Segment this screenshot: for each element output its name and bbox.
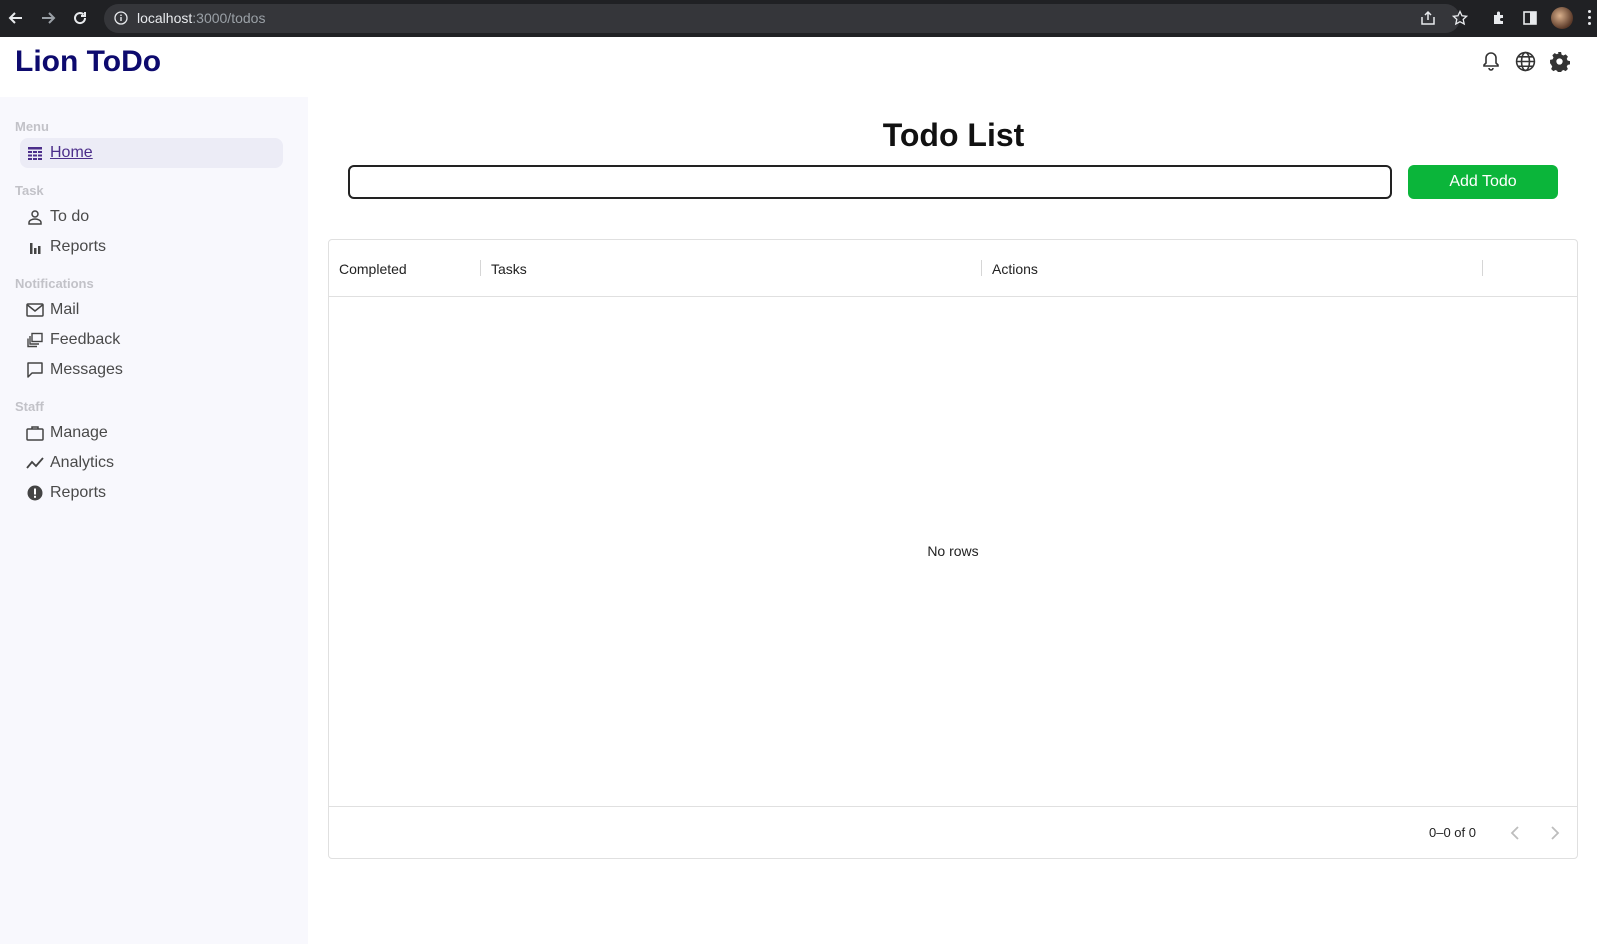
url-text: localhost:3000/todos	[137, 10, 265, 26]
bell-icon[interactable]	[1480, 50, 1502, 72]
sidebar-item-label: Manage	[50, 424, 108, 441]
sidebar-section-menu: Menu	[15, 119, 49, 134]
sidebar-item-label: Feedback	[50, 331, 121, 348]
browser-menu-icon[interactable]	[1588, 10, 1592, 26]
sidebar-item-analytics[interactable]: Analytics	[20, 448, 283, 478]
url-host: localhost	[137, 10, 193, 26]
forward-icon[interactable]	[38, 8, 58, 28]
pagination-count: 0–0 of 0	[1429, 825, 1476, 840]
info-icon[interactable]	[114, 11, 128, 25]
table-icon	[26, 144, 44, 162]
sidebar-item-label: Analytics	[50, 454, 115, 471]
brand-title[interactable]: Lion ToDo	[15, 45, 161, 79]
sidebar-item-todo[interactable]: To do	[20, 202, 283, 232]
trending-icon	[26, 454, 44, 472]
gear-icon[interactable]	[1548, 50, 1570, 72]
chevron-right-icon[interactable]	[1543, 821, 1567, 845]
sidebar-item-label: To do	[50, 208, 90, 225]
column-separator[interactable]	[1482, 260, 1483, 276]
sidebar-item-feedback[interactable]: Feedback	[20, 325, 283, 355]
sidebar-item-mail[interactable]: Mail	[20, 295, 283, 325]
profile-avatar[interactable]	[1551, 7, 1573, 29]
person-icon	[26, 208, 44, 226]
page-title: Todo List	[882, 117, 1025, 153]
add-todo-button[interactable]: Add Todo	[1408, 165, 1558, 199]
sidebar-item-label: Reports	[50, 484, 107, 501]
sidebar-item-label: Home	[50, 144, 93, 161]
feedback-icon	[26, 331, 44, 349]
table-footer: 0–0 of 0	[329, 806, 1577, 858]
sidebar-item-messages[interactable]: Messages	[20, 355, 283, 385]
briefcase-icon	[26, 424, 44, 442]
column-separator[interactable]	[480, 260, 481, 276]
todo-table: Completed Tasks Actions No rows 0–0 of 0	[328, 239, 1578, 859]
star-icon[interactable]	[1451, 9, 1469, 27]
sidebar-item-home[interactable]: Home	[20, 138, 283, 168]
globe-icon[interactable]	[1514, 50, 1536, 72]
sidebar-item-label: Mail	[50, 301, 80, 318]
mail-icon	[26, 301, 44, 319]
sidebar-item-reports[interactable]: Reports	[20, 232, 283, 262]
app-header: Lion ToDo	[0, 37, 1597, 97]
sidebar-section-task: Task	[15, 183, 44, 198]
column-header-tasks[interactable]: Tasks	[491, 240, 527, 297]
bar-chart-icon	[26, 238, 44, 256]
sidebar-item-staff-reports[interactable]: Reports	[20, 478, 283, 508]
share-icon[interactable]	[1419, 9, 1437, 27]
sidebar-item-label: Reports	[50, 238, 107, 255]
back-icon[interactable]	[6, 8, 26, 28]
chevron-left-icon[interactable]	[1503, 821, 1527, 845]
column-separator[interactable]	[981, 260, 982, 276]
report-icon	[26, 484, 44, 502]
sidebar: Menu Home Task To do Reports Notificatio…	[0, 97, 308, 944]
sidebar-item-manage[interactable]: Manage	[20, 418, 283, 448]
sidebar-section-notifications: Notifications	[15, 276, 94, 291]
address-bar[interactable]: localhost:3000/todos	[104, 4, 1460, 33]
extensions-icon[interactable]	[1490, 9, 1508, 27]
table-header: Completed Tasks Actions	[329, 240, 1577, 297]
url-path: :3000/todos	[192, 10, 266, 26]
column-header-completed[interactable]: Completed	[339, 240, 407, 297]
reload-icon[interactable]	[70, 8, 90, 28]
browser-toolbar: localhost:3000/todos	[0, 0, 1597, 37]
sidebar-section-staff: Staff	[15, 399, 44, 414]
chat-icon	[26, 361, 44, 379]
side-panel-icon[interactable]	[1521, 9, 1539, 27]
empty-state-text: No rows	[927, 543, 979, 559]
column-header-actions[interactable]: Actions	[992, 240, 1038, 297]
sidebar-item-label: Messages	[50, 361, 123, 378]
todo-input[interactable]	[348, 165, 1392, 199]
